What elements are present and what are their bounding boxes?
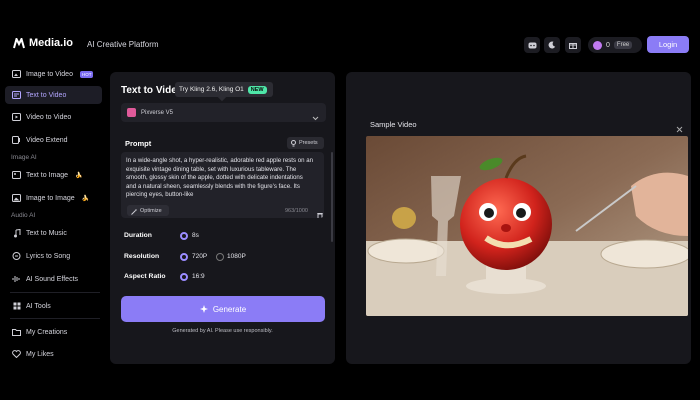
banana-icon: 🍌 bbox=[81, 195, 90, 202]
bulb-icon bbox=[291, 134, 296, 152]
section-audio-ai: Audio AI bbox=[11, 212, 36, 219]
image-video-icon bbox=[12, 70, 21, 79]
platform-label: AI Creative Platform bbox=[87, 40, 159, 49]
sidebar-item-label: Text to Music bbox=[26, 229, 67, 237]
sound-effects-icon bbox=[12, 275, 21, 284]
prompt-textarea[interactable]: In a wide-angle shot, a hyper-realistic,… bbox=[121, 152, 324, 218]
page-title: Text to Video bbox=[121, 85, 183, 96]
sidebar-item-label: Video Extend bbox=[26, 136, 68, 144]
sample-title: Sample Video bbox=[370, 120, 417, 129]
generate-button[interactable]: Generate bbox=[121, 296, 325, 322]
model-tooltip: Try Kling 2.6, Kling O1 NEW bbox=[175, 82, 273, 102]
hot-badge: HOT bbox=[79, 70, 94, 78]
model-select[interactable]: Pixverse V5 bbox=[121, 103, 326, 122]
presets-button[interactable]: Presets bbox=[287, 137, 324, 149]
sidebar-item-label: AI Sound Effects bbox=[26, 275, 79, 283]
generate-label: Generate bbox=[212, 304, 247, 314]
generation-note: Generated by AI. Please use responsibly. bbox=[172, 328, 273, 334]
sidebar-item-ai-sound-effects[interactable]: AI Sound Effects bbox=[5, 270, 102, 288]
credits-indicator[interactable]: 0 Free bbox=[588, 37, 642, 53]
duration-label: Duration bbox=[124, 232, 152, 239]
aspect-ratio-label: Aspect Ratio bbox=[124, 273, 166, 280]
media-io-logo-icon bbox=[13, 37, 25, 49]
generator-panel: Text to Video Pixverse V5 Prompt Presets… bbox=[110, 72, 335, 364]
login-button[interactable]: Login bbox=[647, 36, 689, 53]
prompt-label: Prompt bbox=[125, 139, 152, 148]
panel-scrollbar[interactable] bbox=[331, 152, 333, 242]
sidebar-divider bbox=[10, 292, 100, 293]
new-badge: NEW bbox=[247, 85, 267, 94]
text-video-icon bbox=[12, 91, 21, 100]
sidebar-item-video-to-video[interactable]: Video to Video bbox=[5, 108, 102, 126]
text-image-icon bbox=[12, 171, 21, 180]
moon-icon[interactable] bbox=[544, 37, 560, 53]
sidebar-item-label: Image to Video bbox=[26, 70, 73, 78]
sidebar-item-my-likes[interactable]: My Likes bbox=[5, 345, 102, 363]
pixverse-logo-icon bbox=[127, 108, 136, 117]
sidebar-item-text-to-video[interactable]: Text to Video bbox=[5, 86, 102, 104]
sidebar-item-ai-tools[interactable]: AI Tools bbox=[5, 297, 102, 315]
resolution-720p-label: 720P bbox=[192, 253, 208, 260]
sidebar-item-label: AI Tools bbox=[26, 302, 51, 310]
sidebar-item-label: Text to Video bbox=[26, 91, 67, 99]
sample-panel: Sample Video bbox=[346, 72, 691, 364]
aspect-ratio-value: 16:9 bbox=[192, 273, 205, 280]
sidebar-item-label: Video to Video bbox=[26, 113, 72, 121]
video-extend-icon bbox=[12, 136, 21, 145]
sidebar-item-label: My Likes bbox=[26, 350, 54, 358]
grid-icon bbox=[12, 302, 21, 311]
banana-icon: 🍌 bbox=[75, 172, 83, 179]
sidebar-item-text-to-music[interactable]: Text to Music bbox=[5, 224, 102, 242]
sidebar-item-label: Image to Image bbox=[26, 194, 75, 202]
sidebar-item-my-creations[interactable]: My Creations bbox=[5, 323, 102, 341]
sidebar-item-image-to-image[interactable]: Image to Image 🍌 bbox=[5, 189, 102, 207]
credit-coin-icon bbox=[593, 40, 602, 50]
image-image-icon bbox=[12, 194, 21, 203]
aspect-ratio-radio[interactable] bbox=[180, 273, 188, 281]
credit-count: 0 bbox=[606, 41, 610, 49]
sidebar-divider bbox=[10, 318, 100, 319]
folder-icon bbox=[12, 328, 21, 337]
optimize-button[interactable]: Optimize bbox=[127, 205, 169, 216]
sidebar-item-image-to-video[interactable]: Image to Video HOT bbox=[5, 65, 102, 83]
chevron-down-icon bbox=[312, 108, 319, 126]
section-image-ai: Image AI bbox=[11, 154, 37, 161]
sidebar-item-label: My Creations bbox=[26, 328, 68, 336]
brand-name: Media.io bbox=[29, 37, 74, 49]
lyrics-icon bbox=[12, 252, 21, 261]
model-label: Pixverse V5 bbox=[141, 109, 174, 116]
plan-badge: Free bbox=[613, 41, 633, 49]
magic-wand-icon bbox=[131, 202, 137, 219]
resolution-1080p-label: 1080P bbox=[227, 253, 246, 260]
resolution-label: Resolution bbox=[124, 253, 160, 260]
brand-logo[interactable]: Media.io bbox=[13, 37, 73, 49]
optimize-label: Optimize bbox=[140, 207, 162, 214]
gift-icon[interactable] bbox=[565, 37, 581, 53]
duration-radio[interactable] bbox=[180, 232, 188, 240]
presets-label: Presets bbox=[299, 140, 318, 146]
resolution-720p-radio[interactable] bbox=[180, 253, 188, 261]
heart-icon bbox=[12, 350, 21, 359]
top-bar: Media.io AI Creative Platform 0 Free Log… bbox=[0, 32, 700, 58]
resolution-1080p-radio[interactable] bbox=[216, 253, 224, 261]
sidebar-item-label: Lyrics to Song bbox=[26, 252, 71, 260]
duration-value: 8s bbox=[192, 232, 199, 239]
music-note-icon bbox=[12, 228, 21, 238]
char-count: 963/1000 bbox=[285, 208, 308, 214]
trash-icon[interactable] bbox=[317, 206, 323, 218]
sample-video-thumbnail[interactable] bbox=[366, 136, 688, 316]
sidebar-item-video-extend[interactable]: Video Extend bbox=[5, 131, 102, 149]
discord-icon[interactable] bbox=[524, 37, 540, 53]
tooltip-text: Try Kling 2.6, Kling O1 bbox=[179, 86, 244, 93]
video-video-icon bbox=[12, 113, 21, 122]
sparkle-icon bbox=[199, 300, 208, 318]
sidebar-item-label: Text to Image bbox=[26, 171, 69, 179]
sidebar-item-text-to-image[interactable]: Text to Image 🍌 bbox=[5, 166, 102, 184]
prompt-text[interactable]: In a wide-angle shot, a hyper-realistic,… bbox=[126, 157, 314, 202]
sidebar-item-lyrics-to-song[interactable]: Lyrics to Song bbox=[5, 247, 102, 265]
